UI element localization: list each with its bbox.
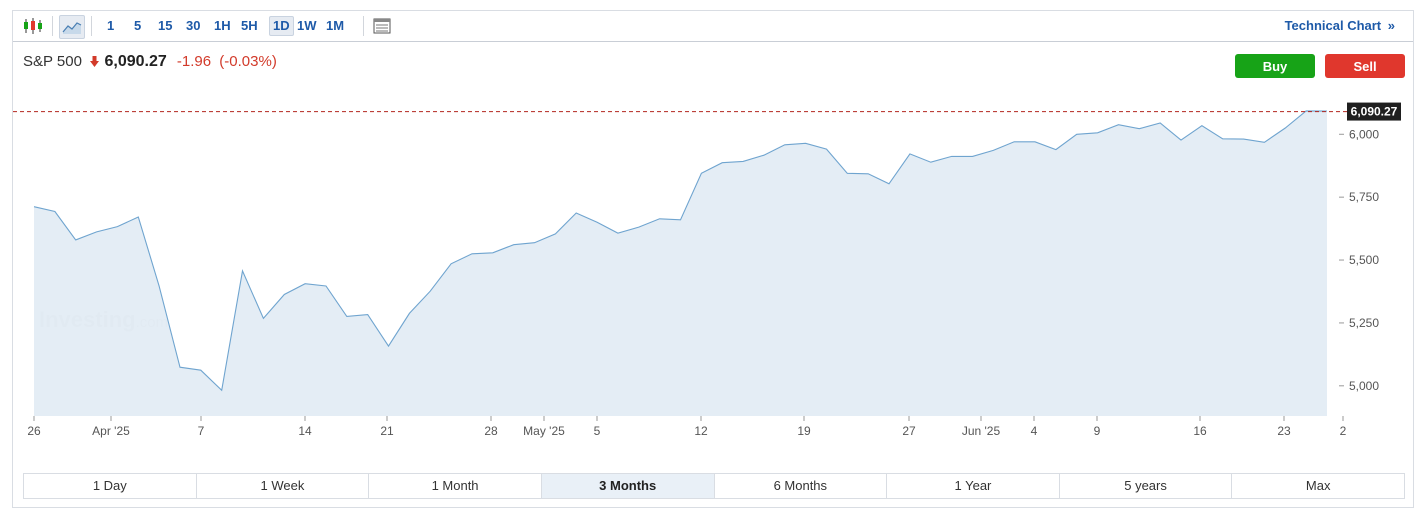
price-point: [366, 313, 369, 316]
price-point: [867, 172, 870, 175]
price-point: [971, 155, 974, 158]
price-point: [1034, 140, 1037, 143]
y-tick-label: 5,750: [1349, 190, 1379, 204]
price-point: [1180, 139, 1183, 142]
range-1-month[interactable]: 1 Month: [369, 474, 542, 498]
price-point: [1138, 127, 1141, 130]
range-1-week[interactable]: 1 Week: [197, 474, 370, 498]
time-range-selector: 1 Day 1 Week 1 Month 3 Months 6 Months 1 Year…: [23, 473, 1405, 499]
y-tick-label: 6,000: [1349, 127, 1379, 141]
price-point: [345, 315, 348, 318]
price-point: [179, 366, 182, 369]
price-point: [304, 282, 307, 285]
x-tick-label: Jun '25: [962, 424, 1001, 438]
price-chart[interactable]: Investing.com6,090.275,0005,2505,5005,75…: [13, 11, 1413, 461]
x-tick-label: 12: [694, 424, 708, 438]
range-5-years[interactable]: 5 years: [1060, 474, 1233, 498]
price-point: [241, 269, 244, 272]
price-point: [95, 230, 98, 233]
price-point: [199, 369, 202, 372]
price-point: [1096, 131, 1099, 134]
y-tick-label: 5,000: [1349, 379, 1379, 393]
price-point: [721, 161, 724, 164]
price-point: [408, 312, 411, 315]
range-6-months[interactable]: 6 Months: [715, 474, 888, 498]
y-tick-label: 5,250: [1349, 316, 1379, 330]
price-point: [158, 285, 161, 288]
x-tick-label: 26: [27, 424, 41, 438]
price-point: [1117, 123, 1120, 126]
range-1-day[interactable]: 1 Day: [24, 474, 197, 498]
price-point: [596, 221, 599, 224]
price-point: [1263, 141, 1266, 144]
price-point: [825, 148, 828, 151]
y-tick-label: 5,500: [1349, 253, 1379, 267]
price-point: [616, 232, 619, 235]
x-tick-label: 4: [1031, 424, 1038, 438]
price-point: [471, 252, 474, 255]
price-point: [387, 345, 390, 348]
x-tick-label: 27: [902, 424, 916, 438]
price-point: [137, 216, 140, 219]
price-point: [637, 226, 640, 229]
price-point: [1200, 124, 1203, 127]
x-tick-label: 7: [198, 424, 205, 438]
price-point: [1242, 138, 1245, 141]
price-point: [262, 317, 265, 320]
x-tick-label: Apr '25: [92, 424, 130, 438]
price-point: [1013, 140, 1016, 143]
price-point: [74, 238, 77, 241]
price-point: [762, 154, 765, 157]
price-point: [554, 232, 557, 235]
x-tick-label: 2: [1340, 424, 1347, 438]
price-point: [846, 172, 849, 175]
price-point: [1284, 127, 1287, 130]
price-point: [888, 182, 891, 185]
price-point: [533, 241, 536, 244]
x-tick-label: 19: [797, 424, 811, 438]
price-point: [220, 389, 223, 392]
range-3-months[interactable]: 3 Months: [541, 474, 715, 498]
price-area: [34, 110, 1327, 417]
price-point: [491, 251, 494, 254]
price-point: [804, 142, 807, 145]
price-point: [992, 149, 995, 152]
price-point: [575, 212, 578, 215]
x-tick-label: 28: [484, 424, 498, 438]
price-point: [908, 152, 911, 155]
price-point: [33, 205, 36, 208]
price-point: [700, 172, 703, 175]
price-point: [742, 160, 745, 163]
price-point: [929, 161, 932, 164]
x-tick-label: 23: [1277, 424, 1291, 438]
chart-widget: 1 5 15 30 1H 5H 1D 1W 1M Technical Chart » S&P 5…: [12, 10, 1414, 508]
price-point: [1221, 137, 1224, 140]
price-point: [429, 290, 432, 293]
price-point: [53, 210, 56, 213]
price-point: [1075, 133, 1078, 136]
price-point: [658, 217, 661, 220]
price-point: [116, 225, 119, 228]
x-tick-label: May '25: [523, 424, 565, 438]
price-point: [1305, 109, 1308, 112]
range-1-year[interactable]: 1 Year: [887, 474, 1060, 498]
x-tick-label: 5: [594, 424, 601, 438]
price-point: [783, 143, 786, 146]
x-tick-label: 16: [1193, 424, 1207, 438]
price-point: [1159, 122, 1162, 125]
x-tick-label: 14: [298, 424, 312, 438]
price-point: [512, 243, 515, 246]
last-price-tag-label: 6,090.27: [1351, 105, 1398, 119]
x-tick-label: 21: [380, 424, 394, 438]
price-point: [325, 285, 328, 288]
price-point: [450, 262, 453, 265]
price-point: [1054, 148, 1057, 151]
price-point: [679, 218, 682, 221]
price-point: [950, 155, 953, 158]
x-tick-label: 9: [1094, 424, 1101, 438]
range-max[interactable]: Max: [1232, 474, 1404, 498]
price-point: [283, 293, 286, 296]
